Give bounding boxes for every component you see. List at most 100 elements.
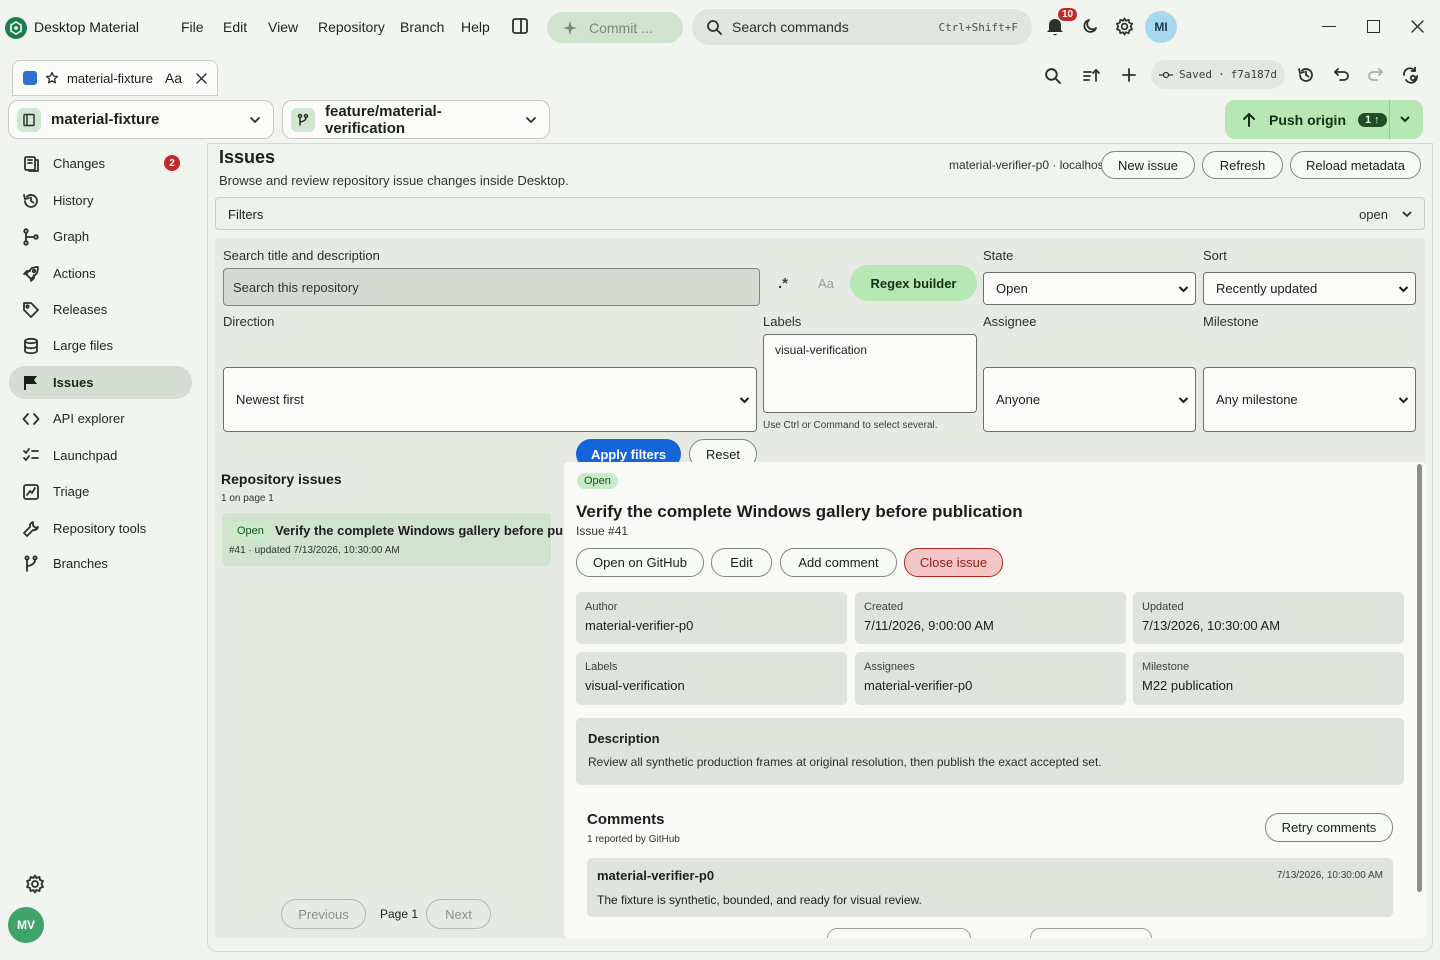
edit-issue-button[interactable]: Edit [711, 548, 772, 577]
filters-header[interactable]: Filters open [215, 197, 1425, 230]
author-card: Author material-verifier-p0 [576, 592, 847, 644]
sidebar-item-large-files[interactable]: Large files [9, 329, 192, 362]
theme-toggle-moon-icon[interactable] [1082, 17, 1100, 35]
history-icon[interactable] [1297, 66, 1315, 84]
next-page-button[interactable]: Next [426, 899, 491, 929]
assignees-value: material-verifier-p0 [864, 678, 973, 693]
search-icon[interactable] [1044, 67, 1061, 84]
menu-view[interactable]: View [268, 19, 298, 35]
state-select[interactable]: Open [983, 272, 1196, 305]
detail-scrollbar[interactable] [1417, 464, 1422, 892]
command-search-placeholder: Search commands [732, 19, 849, 35]
updated-value: 7/13/2026, 10:30:00 AM [1142, 618, 1281, 633]
commit-button[interactable]: Commit ... [547, 12, 683, 43]
sidebar-item-label: History [53, 193, 94, 208]
menu-edit[interactable]: Edit [223, 19, 247, 35]
push-origin-label: Push origin [1269, 111, 1346, 128]
rocket-icon [21, 264, 41, 284]
save-status-pill: Saved · f7a187d [1151, 60, 1285, 89]
page-title: Issues [219, 147, 276, 167]
menu-branch[interactable]: Branch [400, 19, 444, 35]
sidebar-item-changes[interactable]: Changes 2 [9, 147, 192, 180]
maximize-icon[interactable] [1367, 20, 1380, 33]
sidebar-item-branches[interactable]: Branches [9, 547, 192, 580]
sidebar-item-actions[interactable]: Actions [9, 257, 192, 290]
branch-selector-label: feature/material-verification [325, 102, 442, 137]
sidebar-item-triage[interactable]: Triage [9, 475, 192, 508]
repository-selector[interactable]: material-fixture [8, 100, 274, 139]
sidebar-item-graph[interactable]: Graph [9, 220, 192, 253]
arrow-up-icon [1243, 112, 1255, 127]
close-issue-button[interactable]: Close issue [904, 548, 1003, 577]
sidebar-settings-gear-icon[interactable] [25, 874, 45, 894]
sidebar-item-repository-tools[interactable]: Repository tools [9, 512, 192, 545]
comment-body: The fixture is synthetic, bounded, and r… [597, 893, 922, 907]
sidebar-item-launchpad[interactable]: Launchpad [9, 439, 192, 472]
search-input[interactable]: Search this repository [223, 268, 760, 306]
sync-settings-icon[interactable] [1401, 66, 1420, 85]
menu-file[interactable]: File [181, 19, 204, 35]
command-search[interactable]: Search commands Ctrl+Shift+F [692, 9, 1032, 45]
issue-detail-panel: Open Verify the complete Windows gallery… [564, 462, 1426, 938]
open-on-github-button[interactable]: Open on GitHub [576, 548, 704, 577]
repository-tab[interactable]: material-fixture Aa [12, 60, 218, 96]
settings-gear-icon[interactable] [1115, 17, 1134, 36]
created-value: 7/11/2026, 9:00:00 AM [864, 618, 994, 633]
save-status-label: Saved [1178, 68, 1213, 81]
refresh-button[interactable]: Refresh [1202, 151, 1283, 179]
reload-metadata-button[interactable]: Reload metadata [1290, 151, 1421, 179]
retry-comments-button[interactable]: Retry comments [1265, 813, 1393, 842]
branch-icon [21, 554, 41, 574]
menu-help[interactable]: Help [461, 19, 490, 35]
sidebar-item-issues[interactable]: Issues [9, 366, 192, 399]
code-icon [21, 409, 41, 429]
sort-upload-icon[interactable] [1082, 67, 1100, 84]
issue-list-item[interactable]: Open Verify the complete Windows gallery… [222, 513, 574, 566]
search-label: Search title and description [223, 248, 380, 263]
push-origin-button[interactable]: Push origin 1 ↑ [1225, 100, 1423, 139]
regex-builder-button[interactable]: Regex builder [850, 265, 977, 301]
add-icon[interactable] [1121, 67, 1137, 83]
search-icon [707, 20, 722, 35]
labels-hint: Use Ctrl or Command to select several. [763, 420, 938, 431]
regex-toggle[interactable]: .* [778, 275, 788, 292]
new-issue-button[interactable]: New issue [1101, 151, 1195, 179]
chevron-down-icon [1398, 396, 1409, 403]
branch-selector[interactable]: feature/material-verification [282, 100, 550, 139]
labels-multiselect[interactable]: visual-verification [763, 334, 977, 413]
account-avatar[interactable]: MV [8, 907, 44, 943]
star-icon[interactable] [45, 71, 59, 85]
menu-repository[interactable]: Repository [318, 19, 385, 35]
undo-icon[interactable] [1333, 67, 1350, 82]
sidebar-item-history[interactable]: History [9, 184, 192, 217]
chevron-down-icon [526, 116, 536, 123]
assignee-select[interactable]: Anyone [983, 367, 1196, 432]
case-sensitive-toggle[interactable]: Aa [818, 276, 834, 291]
labels-option[interactable]: visual-verification [775, 343, 867, 357]
toggle-panel-icon[interactable] [511, 17, 529, 35]
close-tab-icon[interactable] [196, 72, 207, 84]
user-avatar[interactable]: MI [1145, 11, 1177, 43]
created-label: Created [864, 601, 904, 613]
command-search-shortcut: Ctrl+Shift+F [938, 20, 1018, 34]
minimize-icon[interactable] [1322, 26, 1336, 27]
notifications-button[interactable]: 10 [1045, 8, 1078, 38]
issue-list-count: 1 on page 1 [221, 493, 274, 504]
sidebar-item-releases[interactable]: Releases [9, 293, 192, 326]
comment-action-button[interactable] [827, 928, 971, 938]
sidebar-item-api-explorer[interactable]: API explorer [9, 402, 192, 435]
labels-card: Labels visual-verification [576, 652, 847, 705]
direction-select[interactable]: Newest first [223, 367, 757, 432]
add-comment-button[interactable]: Add comment [780, 548, 897, 577]
title-bar: Desktop Material File Edit View Reposito… [0, 0, 1440, 54]
redo-icon[interactable] [1367, 67, 1384, 82]
milestone-select[interactable]: Any milestone [1203, 367, 1416, 432]
database-icon [21, 336, 41, 356]
assignee-label: Assignee [983, 314, 1037, 329]
close-window-icon[interactable] [1410, 19, 1425, 34]
font-toggle[interactable]: Aa [165, 70, 182, 86]
push-options-chevron-icon[interactable] [1399, 115, 1411, 123]
previous-page-button[interactable]: Previous [281, 899, 366, 929]
sort-select[interactable]: Recently updated [1203, 272, 1416, 305]
comment-action-button[interactable] [1030, 928, 1152, 938]
